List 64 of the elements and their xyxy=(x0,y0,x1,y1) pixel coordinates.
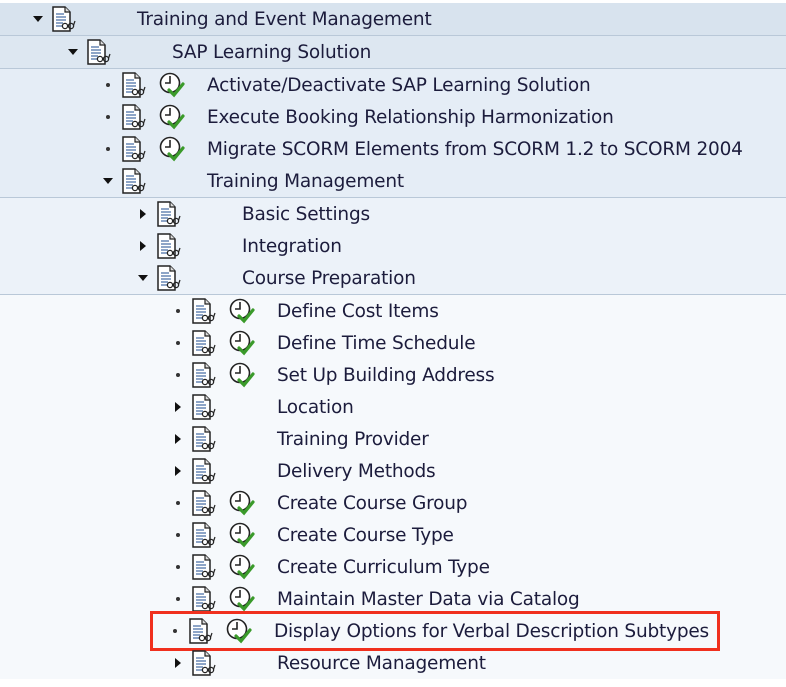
tree-node-label[interactable]: Maintain Master Data via Catalog xyxy=(277,588,580,610)
tree-node-label[interactable]: Integration xyxy=(242,236,342,256)
tree-node-label[interactable]: Basic Settings xyxy=(242,204,370,224)
document-glasses-icon xyxy=(190,522,216,548)
document-glasses-icon xyxy=(190,362,216,388)
clock-check-icon[interactable] xyxy=(228,522,256,548)
bullet-icon xyxy=(176,373,180,377)
tree-node-label[interactable]: Training Provider xyxy=(277,428,429,450)
clock-check-icon[interactable] xyxy=(228,298,256,324)
tree-node-label[interactable]: Define Time Schedule xyxy=(277,332,476,354)
bullet-icon xyxy=(176,309,180,313)
tree-node-label[interactable]: Training and Event Management xyxy=(137,8,432,30)
document-glasses-icon xyxy=(120,168,146,194)
document-glasses-icon xyxy=(190,298,216,324)
clock-check-icon[interactable] xyxy=(228,362,256,388)
document-glasses-icon xyxy=(190,490,216,516)
clock-check-icon[interactable] xyxy=(228,554,256,580)
tree-node-label[interactable]: Create Course Type xyxy=(277,524,454,546)
bullet-icon xyxy=(106,147,110,151)
bullet-icon xyxy=(176,501,180,505)
document-glasses-icon xyxy=(190,394,216,420)
clock-check-icon[interactable] xyxy=(228,330,256,356)
document-glasses-icon xyxy=(155,265,181,291)
document-glasses-icon xyxy=(120,72,146,98)
clock-check-icon[interactable] xyxy=(228,586,256,612)
document-glasses-icon xyxy=(190,426,216,452)
tree-node-label[interactable]: Define Cost Items xyxy=(277,300,439,322)
document-glasses-icon xyxy=(187,618,213,644)
document-glasses-icon xyxy=(190,650,216,676)
document-glasses-icon xyxy=(50,6,76,32)
tree-node-label[interactable]: Activate/Deactivate SAP Learning Solution xyxy=(207,74,591,96)
document-glasses-icon xyxy=(85,39,111,65)
clock-check-icon[interactable] xyxy=(158,72,186,98)
bullet-icon xyxy=(106,83,110,87)
clock-check-icon[interactable] xyxy=(158,104,186,130)
tree-node-label[interactable]: Create Course Group xyxy=(277,492,468,514)
bullet-icon xyxy=(176,341,180,345)
tree-node-label[interactable]: Execute Booking Relationship Harmonization xyxy=(207,106,614,128)
document-glasses-icon xyxy=(190,586,216,612)
tree-node-label[interactable]: Create Curriculum Type xyxy=(277,556,490,578)
document-glasses-icon xyxy=(190,554,216,580)
document-glasses-icon xyxy=(190,330,216,356)
clock-check-icon[interactable] xyxy=(225,618,253,644)
tree-node-label[interactable]: Course Preparation xyxy=(242,268,416,288)
document-glasses-icon xyxy=(155,233,181,259)
bullet-icon xyxy=(176,597,180,601)
tree-node-label[interactable]: SAP Learning Solution xyxy=(172,42,372,62)
bullet-icon xyxy=(173,629,177,633)
tree-node-label[interactable]: Display Options for Verbal Description Subtypes xyxy=(274,620,709,642)
clock-check-icon[interactable] xyxy=(158,136,186,162)
clock-check-icon[interactable] xyxy=(228,490,256,516)
document-glasses-icon xyxy=(155,201,181,227)
document-glasses-icon xyxy=(120,136,146,162)
tree-node-label[interactable]: Delivery Methods xyxy=(277,460,436,482)
tree-node-label[interactable]: Location xyxy=(277,396,354,418)
document-glasses-icon xyxy=(120,104,146,130)
tree-node-label[interactable]: Resource Management xyxy=(277,652,486,674)
bullet-icon xyxy=(176,533,180,537)
tree-node-label[interactable]: Migrate SCORM Elements from SCORM 1.2 to SCORM 2004 xyxy=(207,138,743,160)
bullet-icon xyxy=(176,565,180,569)
tree-node-label[interactable]: Training Management xyxy=(207,170,404,192)
bullet-icon xyxy=(106,115,110,119)
document-glasses-icon xyxy=(190,458,216,484)
tree-node-label[interactable]: Set Up Building Address xyxy=(277,364,494,386)
